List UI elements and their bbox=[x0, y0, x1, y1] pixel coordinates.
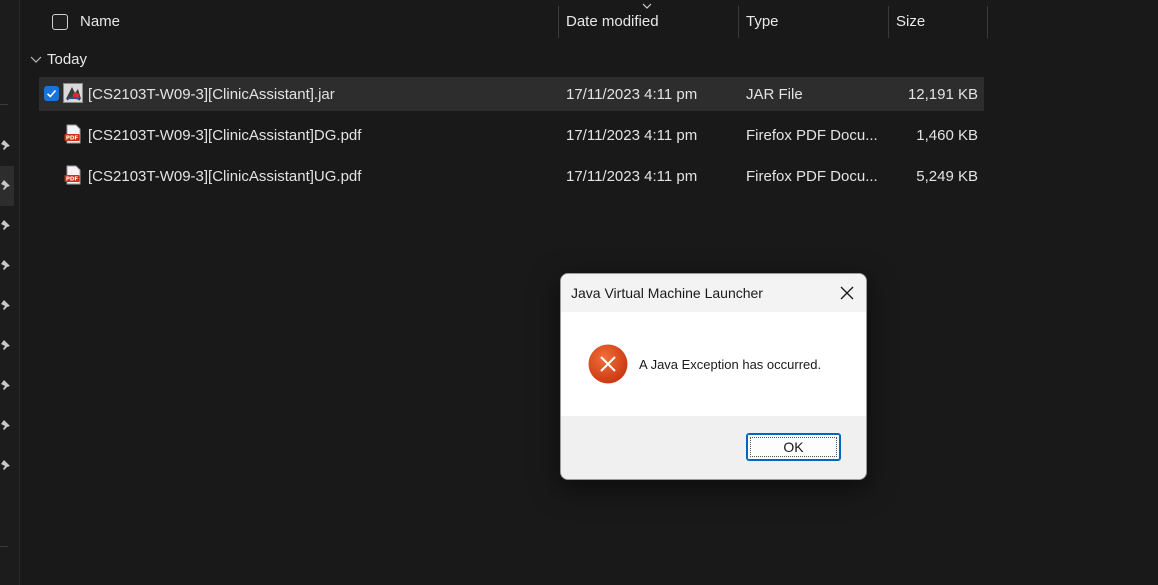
dialog-footer: OK bbox=[561, 416, 866, 479]
checkmark-icon bbox=[46, 89, 57, 98]
pin-icon[interactable] bbox=[0, 458, 14, 474]
column-size[interactable]: Size bbox=[896, 13, 925, 30]
column-divider[interactable] bbox=[987, 6, 988, 38]
column-date-modified[interactable]: Date modified bbox=[566, 13, 659, 30]
file-size: 12,191 KB bbox=[907, 86, 978, 103]
navigation-pane bbox=[0, 0, 20, 585]
pdf-file-icon: PDF bbox=[64, 165, 81, 185]
pin-icon[interactable] bbox=[0, 338, 14, 354]
file-date: 17/11/2023 4:11 pm bbox=[566, 86, 698, 103]
pin-icon[interactable] bbox=[0, 218, 14, 234]
file-type: JAR File bbox=[746, 86, 803, 103]
file-date: 17/11/2023 4:11 pm bbox=[566, 168, 698, 185]
column-divider[interactable] bbox=[558, 6, 559, 38]
file-name: [CS2103T-W09-3][ClinicAssistant]DG.pdf bbox=[88, 127, 362, 144]
nav-divider bbox=[0, 104, 8, 105]
jar-file-icon bbox=[63, 83, 83, 103]
file-row[interactable]: PDF [CS2103T-W09-3][ClinicAssistant]UG.p… bbox=[39, 159, 984, 193]
chevron-down-icon[interactable] bbox=[30, 55, 42, 65]
error-icon bbox=[588, 344, 628, 384]
dialog-body: A Java Exception has occurred. bbox=[561, 312, 866, 416]
svg-text:PDF: PDF bbox=[66, 136, 79, 142]
column-divider[interactable] bbox=[738, 6, 739, 38]
nav-divider bbox=[0, 546, 8, 547]
error-dialog: Java Virtual Machine Launcher A Java Exc… bbox=[560, 273, 867, 480]
pin-icon[interactable] bbox=[0, 378, 14, 394]
close-icon[interactable] bbox=[834, 280, 860, 306]
file-type: Firefox PDF Docu... bbox=[746, 127, 878, 144]
pdf-file-icon: PDF bbox=[64, 124, 81, 144]
file-name: [CS2103T-W09-3][ClinicAssistant].jar bbox=[88, 86, 335, 103]
file-date: 17/11/2023 4:11 pm bbox=[566, 127, 698, 144]
column-name[interactable]: Name bbox=[80, 13, 120, 30]
pin-icon[interactable] bbox=[0, 298, 14, 314]
file-row[interactable]: [CS2103T-W09-3][ClinicAssistant].jar 17/… bbox=[39, 77, 984, 111]
file-size: 5,249 KB bbox=[916, 168, 978, 185]
column-type[interactable]: Type bbox=[746, 13, 779, 30]
ok-button[interactable]: OK bbox=[746, 433, 841, 461]
dialog-titlebar[interactable]: Java Virtual Machine Launcher bbox=[561, 274, 866, 312]
column-divider[interactable] bbox=[888, 6, 889, 38]
file-name: [CS2103T-W09-3][ClinicAssistant]UG.pdf bbox=[88, 168, 362, 185]
group-label: Today bbox=[47, 51, 88, 68]
ok-button-label: OK bbox=[783, 439, 804, 455]
sort-descending-icon bbox=[642, 3, 652, 9]
pin-icon[interactable] bbox=[0, 166, 14, 206]
file-row[interactable]: PDF [CS2103T-W09-3][ClinicAssistant]DG.p… bbox=[39, 118, 984, 152]
svg-text:PDF: PDF bbox=[66, 177, 79, 183]
dialog-message: A Java Exception has occurred. bbox=[639, 357, 822, 372]
dialog-title: Java Virtual Machine Launcher bbox=[571, 285, 763, 301]
file-explorer-window: Name Date modified Type Size Today [CS21… bbox=[0, 0, 1158, 585]
file-size: 1,460 KB bbox=[916, 127, 978, 144]
file-type: Firefox PDF Docu... bbox=[746, 168, 878, 185]
select-all-checkbox[interactable] bbox=[52, 14, 68, 30]
pin-icon[interactable] bbox=[0, 418, 14, 434]
pin-icon[interactable] bbox=[0, 138, 14, 154]
column-header: Name Date modified Type Size bbox=[20, 0, 990, 45]
pin-icon[interactable] bbox=[0, 258, 14, 274]
row-checkbox[interactable] bbox=[44, 86, 59, 101]
